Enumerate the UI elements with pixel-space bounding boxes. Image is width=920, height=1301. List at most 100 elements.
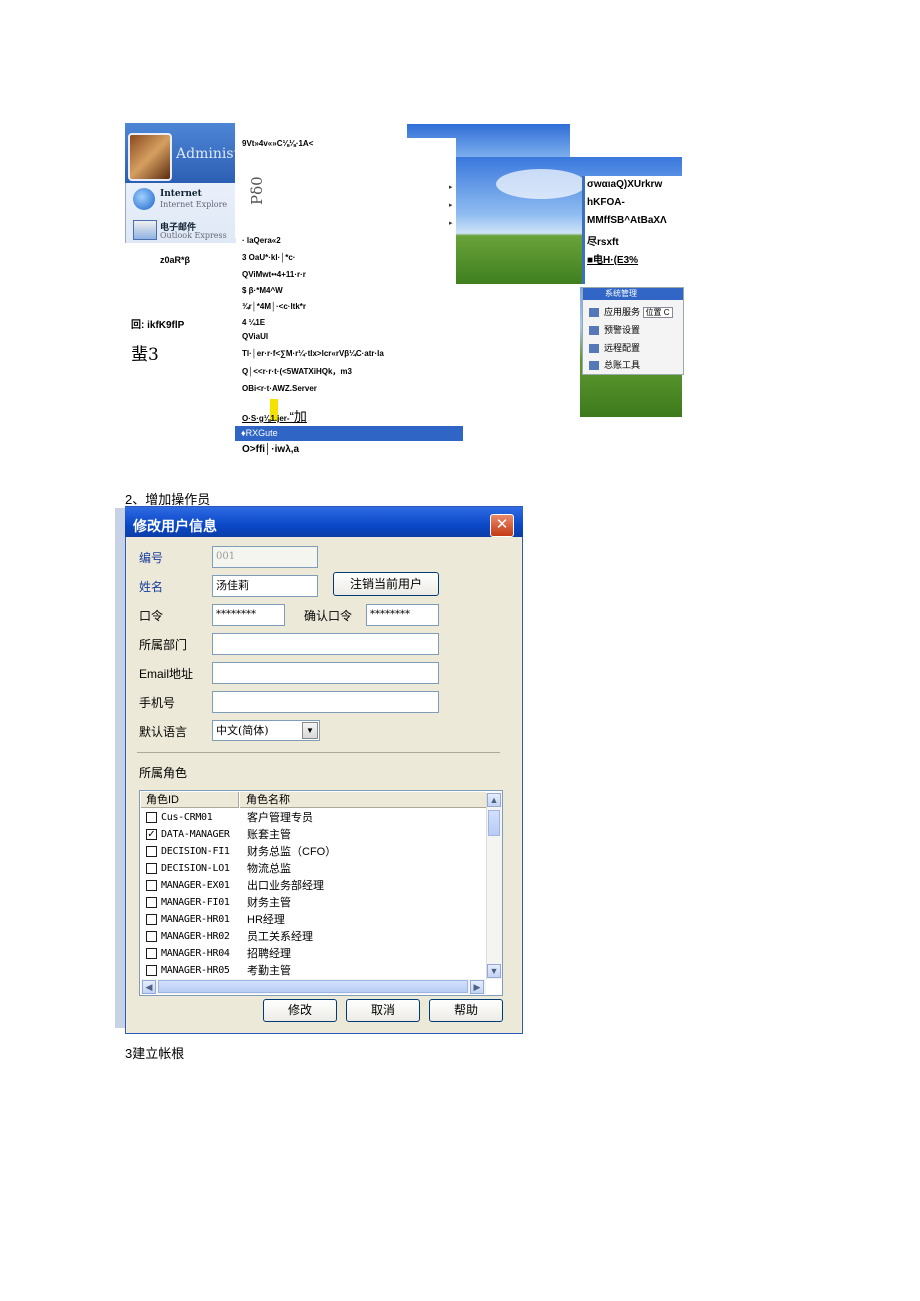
divider [137, 752, 500, 753]
password-field[interactable]: ******** [212, 604, 285, 626]
logout-current-user-button[interactable]: 注销当前用户 [333, 572, 439, 596]
role-checkbox[interactable] [146, 880, 157, 891]
role-name: HR经理 [247, 914, 285, 926]
role-name: 财务总监（CFO） [247, 846, 337, 858]
menu-item[interactable]: Q│<<r·r·t·(<5WATXiHQk，m3 [242, 366, 352, 377]
language-select-value: 中文(简体) [216, 724, 269, 737]
system-menu-item-app-service[interactable]: 应用服务 位置 C [589, 305, 673, 318]
role-checkbox[interactable] [146, 846, 157, 857]
menu-item[interactable]: QViaUl [242, 332, 268, 341]
role-id: DECISION-FI1 [161, 846, 230, 857]
code-field[interactable]: 001 [212, 546, 318, 568]
left-pane-label: z0aR*β [160, 255, 191, 265]
role-checkbox[interactable] [146, 948, 157, 959]
menu-item[interactable]: · laQera«2 [242, 236, 281, 245]
system-menu-header[interactable]: 系统管理 [583, 288, 683, 300]
table-row[interactable]: MANAGER-EX01 出口业务部经理 [146, 878, 486, 894]
column-header-role-name[interactable]: 角色名称 [240, 792, 486, 808]
menu-item[interactable]: $ β·*M4^W [242, 286, 283, 295]
submenu-item[interactable]: σwαιaQ)XUrkrw [587, 179, 662, 190]
close-button[interactable]: ✕ [490, 514, 514, 537]
menu-item[interactable]: Tl·│er·r·f<∑M·r¼·tlx>lcr«rVβ¼C·atr·la [242, 349, 384, 358]
outlook-express-icon[interactable] [133, 220, 157, 240]
column-header-role-id[interactable]: 角色ID [141, 792, 239, 808]
role-checkbox[interactable] [146, 914, 157, 925]
email-field[interactable] [212, 662, 439, 684]
scroll-right-icon[interactable]: ▶ [470, 980, 484, 994]
role-id: MANAGER-FI01 [161, 897, 230, 908]
table-row[interactable]: MANAGER-HR01 HR经理 [146, 912, 486, 928]
menu-item[interactable]: ¾r│*4M│·<c·ltk*r [242, 302, 306, 311]
submenu-item[interactable]: MMffSB^AtBaXΛ [587, 215, 667, 226]
submenu-item[interactable]: ■电H·(E3% [587, 251, 638, 266]
table-row[interactable]: DECISION-FI1 财务总监（CFO） [146, 844, 486, 860]
section-heading-3: 3建立帐根 [125, 1046, 185, 1061]
ie-title[interactable]: Internet [160, 189, 202, 199]
modify-button[interactable]: 修改 [263, 999, 337, 1022]
table-row[interactable]: ✓ DATA-MANAGER 账套主管 [146, 827, 486, 843]
programs-menu-header: 9Vt»4v«»C⅛⅛·1A< [242, 139, 314, 148]
menu-item-underlined[interactable]: O·S·g⅛1.jer-“加 [242, 406, 307, 425]
role-checkbox[interactable] [146, 812, 157, 823]
alert-icon [589, 326, 599, 336]
system-menu-item-label: 远程配置 [604, 343, 641, 353]
scroll-up-icon[interactable]: ▲ [487, 793, 501, 807]
table-row[interactable]: MANAGER-FI01 财务主管 [146, 895, 486, 911]
service-icon [589, 308, 599, 318]
submenu-arrow-icon: ▸ [449, 202, 453, 209]
vertical-scrollbar[interactable]: ▲ ▼ [486, 793, 502, 979]
system-menu-item-ledger-tools[interactable]: 总账工具 [589, 358, 640, 371]
scroll-thumb[interactable] [158, 980, 468, 993]
menu-item[interactable]: OBi<r·t·AWZ.Server [242, 384, 317, 393]
chevron-down-icon[interactable]: ▼ [302, 722, 318, 739]
scroll-thumb[interactable] [488, 810, 500, 836]
menu-item-selected[interactable]: ♦RXGute [235, 426, 463, 441]
scroll-down-icon[interactable]: ▼ [487, 964, 501, 978]
role-id: Cus-CRM01 [161, 812, 213, 823]
submenu-panel [582, 176, 685, 284]
menu-item[interactable]: 4 ¼1E [242, 318, 265, 327]
role-id: MANAGER-HR01 [161, 914, 230, 925]
table-row[interactable]: DECISION-LO1 物流总监 [146, 861, 486, 877]
remote-icon [589, 344, 599, 354]
cancel-button[interactable]: 取消 [346, 999, 420, 1022]
system-menu-item-label: 应用服务 [604, 307, 641, 317]
scroll-left-icon[interactable]: ◀ [142, 980, 156, 994]
name-field[interactable]: 汤佳莉 [212, 575, 318, 597]
vertical-label: Pδ0 [248, 176, 266, 205]
menu-item-underlined-label: O·S·g⅛1.jer- [242, 414, 290, 423]
internet-explorer-icon[interactable] [133, 188, 155, 210]
system-menu-item-remote[interactable]: 远程配置 [589, 341, 640, 354]
confirm-password-label: 确认口令 [304, 609, 353, 623]
left-pane-misc-1: 回: ikfK9flP [131, 320, 185, 331]
table-row[interactable]: MANAGER-HR05 考勤主管 [146, 963, 486, 979]
menu-item[interactable]: QViMwt••4+11·r·r [242, 270, 306, 279]
location-field[interactable]: 位置 C [642, 307, 673, 318]
email-label: Email地址 [139, 667, 194, 681]
menu-item[interactable]: O>ffi│·iwλ,a [242, 444, 299, 455]
table-row[interactable]: MANAGER-HR04 招聘经理 [146, 946, 486, 962]
submenu-arrow-icon: ▸ [449, 220, 453, 227]
mobile-field[interactable] [212, 691, 439, 713]
background-window-edge [115, 508, 125, 1028]
role-checkbox[interactable] [146, 863, 157, 874]
submenu-item[interactable]: hKFOA- [587, 197, 625, 208]
role-name: 招聘经理 [247, 948, 291, 960]
table-row[interactable]: MANAGER-HR02 员工关系经理 [146, 929, 486, 945]
role-id: MANAGER-HR05 [161, 965, 230, 976]
role-checkbox[interactable] [146, 897, 157, 908]
help-button[interactable]: 帮助 [429, 999, 503, 1022]
menu-item[interactable]: 3 OaU*·kl·│*c· [242, 253, 295, 262]
role-checkbox[interactable] [146, 931, 157, 942]
system-menu-item-alert[interactable]: 预警设置 [589, 323, 640, 336]
confirm-password-field[interactable]: ******** [366, 604, 439, 626]
role-name: 考勤主管 [247, 965, 291, 977]
role-name: 账套主管 [247, 829, 291, 841]
horizontal-scrollbar[interactable]: ◀ ▶ [141, 979, 486, 994]
role-checkbox-checked[interactable]: ✓ [146, 829, 157, 840]
role-checkbox[interactable] [146, 965, 157, 976]
department-field[interactable] [212, 633, 439, 655]
mail-subtitle: Outlook Express [160, 231, 227, 240]
submenu-item[interactable]: 尽rsxft [587, 233, 619, 248]
table-row[interactable]: Cus-CRM01 客户管理专员 [146, 810, 486, 826]
